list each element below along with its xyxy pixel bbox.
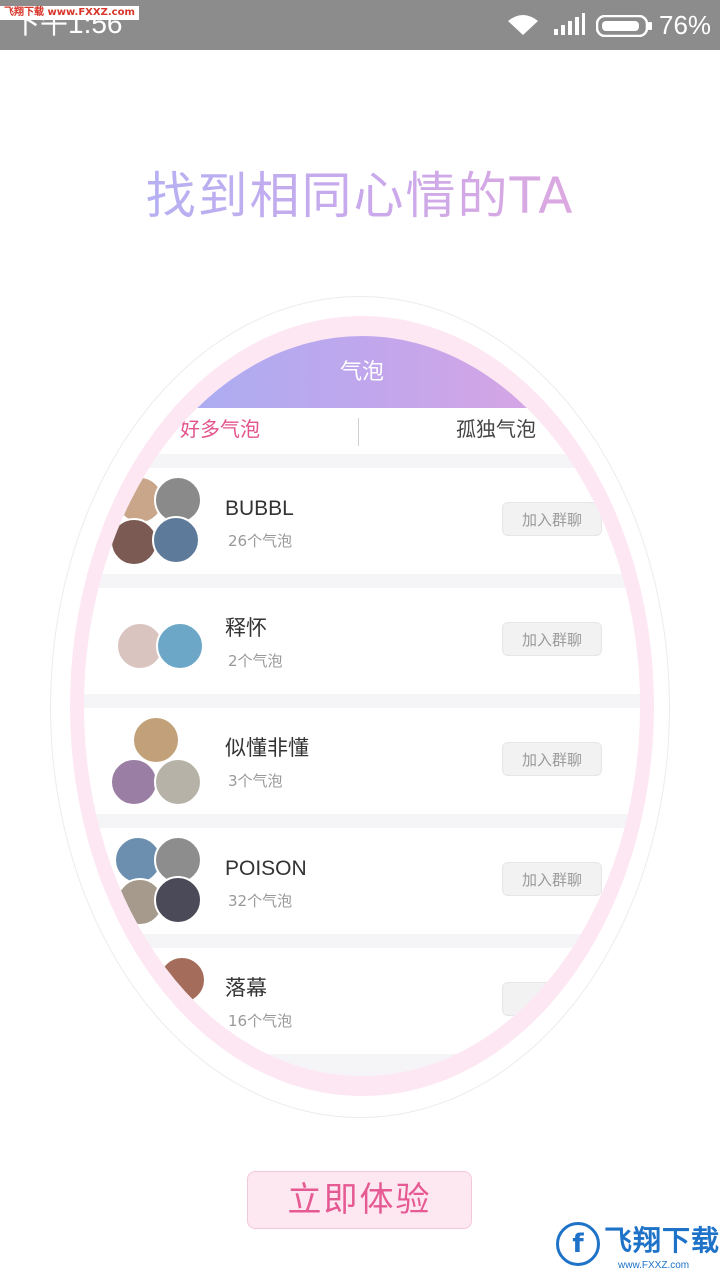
avatar [110, 518, 158, 566]
battery-percent: 76% [659, 10, 712, 40]
tab-many-bubbles[interactable]: 好多气泡 [180, 408, 260, 454]
oval-preview: 气泡 好多气泡 孤独气泡 BUBBL 26个气泡 加入群聊 释怀 2个气泡 加入… [84, 336, 640, 1076]
group-name: 落幕 [225, 977, 267, 1000]
list-item[interactable]: 释怀 2个气泡 加入群聊 [84, 588, 640, 694]
avatar [154, 876, 202, 924]
tab-lonely-bubbles[interactable]: 孤独气泡 [456, 408, 536, 454]
watermark-brand: 飞翔下载 [604, 1224, 720, 1257]
status-bar: 下午1:56 飞翔下载 www.FXXZ.com 76% [0, 0, 720, 50]
group-count: 16个气泡 [228, 1012, 293, 1030]
group-name: 释怀 [225, 617, 267, 640]
group-avatars [104, 716, 204, 806]
group-name: BUBBL [225, 497, 294, 520]
watermark-top: 飞翔下载 www.FXXZ.com [0, 6, 139, 20]
list-item[interactable]: 落幕 16个气泡 + [84, 948, 640, 1054]
group-name: 似懂非懂 [225, 737, 309, 760]
wifi-icon [508, 15, 538, 35]
group-avatars [104, 956, 206, 1046]
join-group-button[interactable]: 加入群聊 [502, 622, 602, 656]
join-group-button[interactable]: 加入群聊 [502, 742, 602, 776]
list-item[interactable]: POISON 32个气泡 加入群聊 [84, 828, 640, 934]
try-now-button[interactable]: 立即体验 [247, 1171, 472, 1229]
headline: 找到相同心情的TA [0, 166, 720, 226]
signal-icon [554, 13, 585, 35]
avatar [158, 956, 206, 1004]
group-avatars [104, 476, 204, 566]
group-name: POISON [225, 857, 307, 880]
panel-header: 气泡 [84, 336, 640, 408]
group-count: 26个气泡 [228, 532, 293, 550]
group-count: 2个气泡 [228, 652, 283, 670]
list-item[interactable]: 似懂非懂 3个气泡 加入群聊 [84, 708, 640, 814]
avatar [132, 716, 180, 764]
join-group-button[interactable]: 加入群聊 [502, 862, 602, 896]
avatar [110, 758, 158, 806]
tab-divider [358, 418, 359, 446]
watermark-emblem-icon: f [556, 1222, 600, 1266]
group-avatars [104, 596, 204, 686]
avatar [152, 516, 200, 564]
watermark-url: www.FXXZ.com [618, 1260, 690, 1271]
avatar [154, 758, 202, 806]
group-avatars [104, 836, 204, 926]
group-count: 3个气泡 [228, 772, 283, 790]
join-group-button[interactable]: 加入群聊 [502, 502, 602, 536]
avatar [156, 622, 204, 670]
tab-bar: 好多气泡 孤独气泡 [84, 408, 640, 454]
join-group-button[interactable]: + [502, 982, 602, 1016]
list-item[interactable]: BUBBL 26个气泡 加入群聊 [84, 468, 640, 574]
group-count: 32个气泡 [228, 892, 293, 910]
battery-icon [596, 15, 652, 37]
watermark-logo: f 飞翔下载 www.FXXZ.com [554, 1218, 720, 1280]
